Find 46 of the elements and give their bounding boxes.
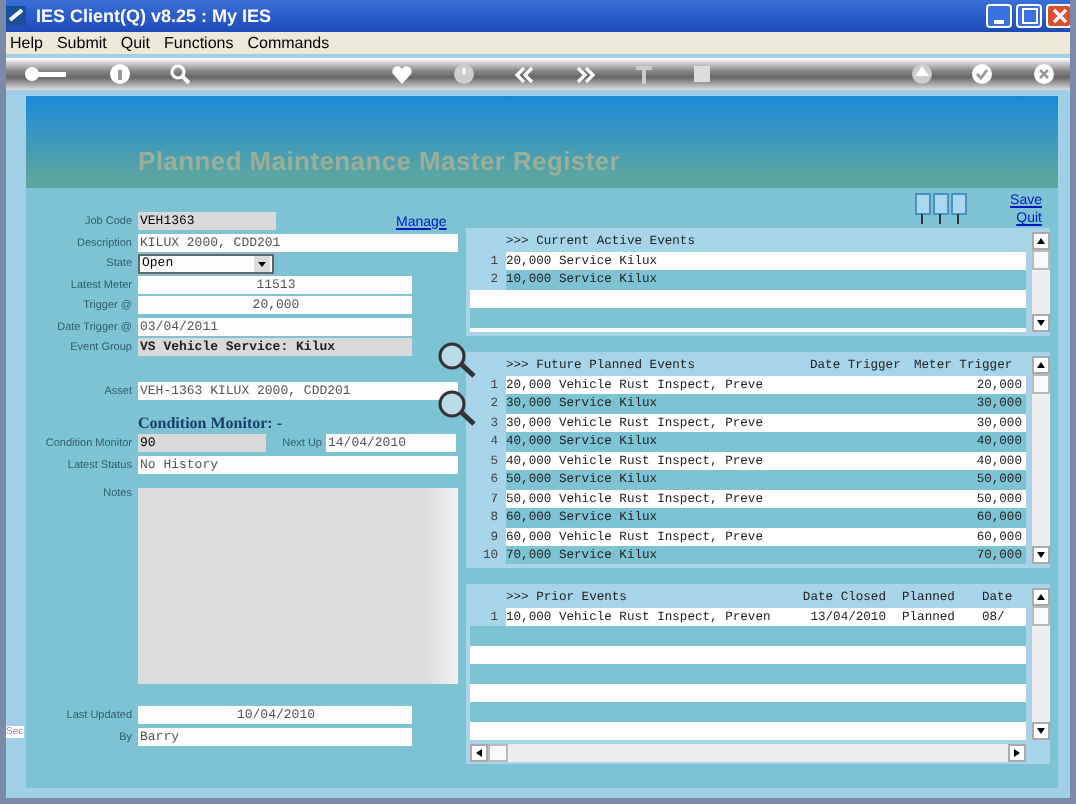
notes-field[interactable] — [138, 488, 458, 684]
key-icon[interactable] — [24, 66, 68, 82]
menu-item[interactable]: Quit — [120, 34, 151, 52]
t-icon[interactable] — [636, 65, 653, 83]
scroll-thumb[interactable] — [1032, 606, 1050, 626]
scroll-right-icon[interactable] — [1008, 744, 1026, 762]
scroll-up-icon[interactable] — [1032, 356, 1050, 374]
scroll-thumb[interactable] — [488, 744, 508, 762]
stop-icon[interactable] — [693, 66, 710, 82]
window-title: IES Client(Q) v8.25 : My IES — [36, 6, 272, 26]
scroll-thumb[interactable] — [1032, 374, 1050, 394]
scrollbar[interactable] — [1032, 588, 1050, 740]
scrollbar[interactable] — [1032, 232, 1050, 332]
scrollbar[interactable] — [470, 744, 1026, 762]
scroll-up-icon[interactable] — [1032, 232, 1050, 250]
search-icon[interactable] — [170, 64, 191, 84]
heart-icon[interactable] — [392, 65, 413, 83]
menu-item[interactable]: Help — [10, 34, 43, 52]
menu-item[interactable]: Commands — [247, 34, 330, 52]
search-icon[interactable] — [436, 390, 476, 426]
power-icon[interactable] — [453, 64, 474, 84]
scroll-down-icon[interactable] — [1032, 546, 1050, 564]
bar-chart-icon[interactable] — [914, 192, 971, 224]
close-button[interactable] — [1046, 4, 1070, 28]
scroll-down-icon[interactable] — [1032, 314, 1050, 332]
maximize-button[interactable] — [1016, 4, 1042, 28]
dropdown-arrow-icon[interactable] — [254, 256, 270, 273]
fast-forward-icon[interactable] — [575, 65, 596, 83]
scroll-down-icon[interactable] — [1032, 722, 1050, 740]
check-icon[interactable] — [972, 64, 993, 84]
minimize-button[interactable] — [986, 4, 1012, 28]
scroll-thumb[interactable] — [1032, 250, 1050, 270]
app-icon — [6, 4, 28, 28]
scroll-left-icon[interactable] — [470, 744, 488, 762]
scroll-up-icon[interactable] — [1032, 588, 1050, 606]
menu-item[interactable]: Functions — [164, 34, 234, 52]
close-icon[interactable] — [1033, 64, 1054, 84]
help-icon[interactable] — [109, 64, 130, 84]
section-heading: Condition Monitor: - — [138, 413, 282, 431]
close-icon — [1051, 8, 1067, 24]
search-icon[interactable] — [436, 342, 476, 378]
page-title: Planned Maintenance Master Register — [138, 146, 621, 176]
menu-item[interactable]: Submit — [56, 34, 107, 52]
maximize-icon — [1021, 8, 1037, 24]
scrollbar[interactable] — [1032, 356, 1050, 564]
rewind-icon[interactable] — [514, 65, 535, 83]
